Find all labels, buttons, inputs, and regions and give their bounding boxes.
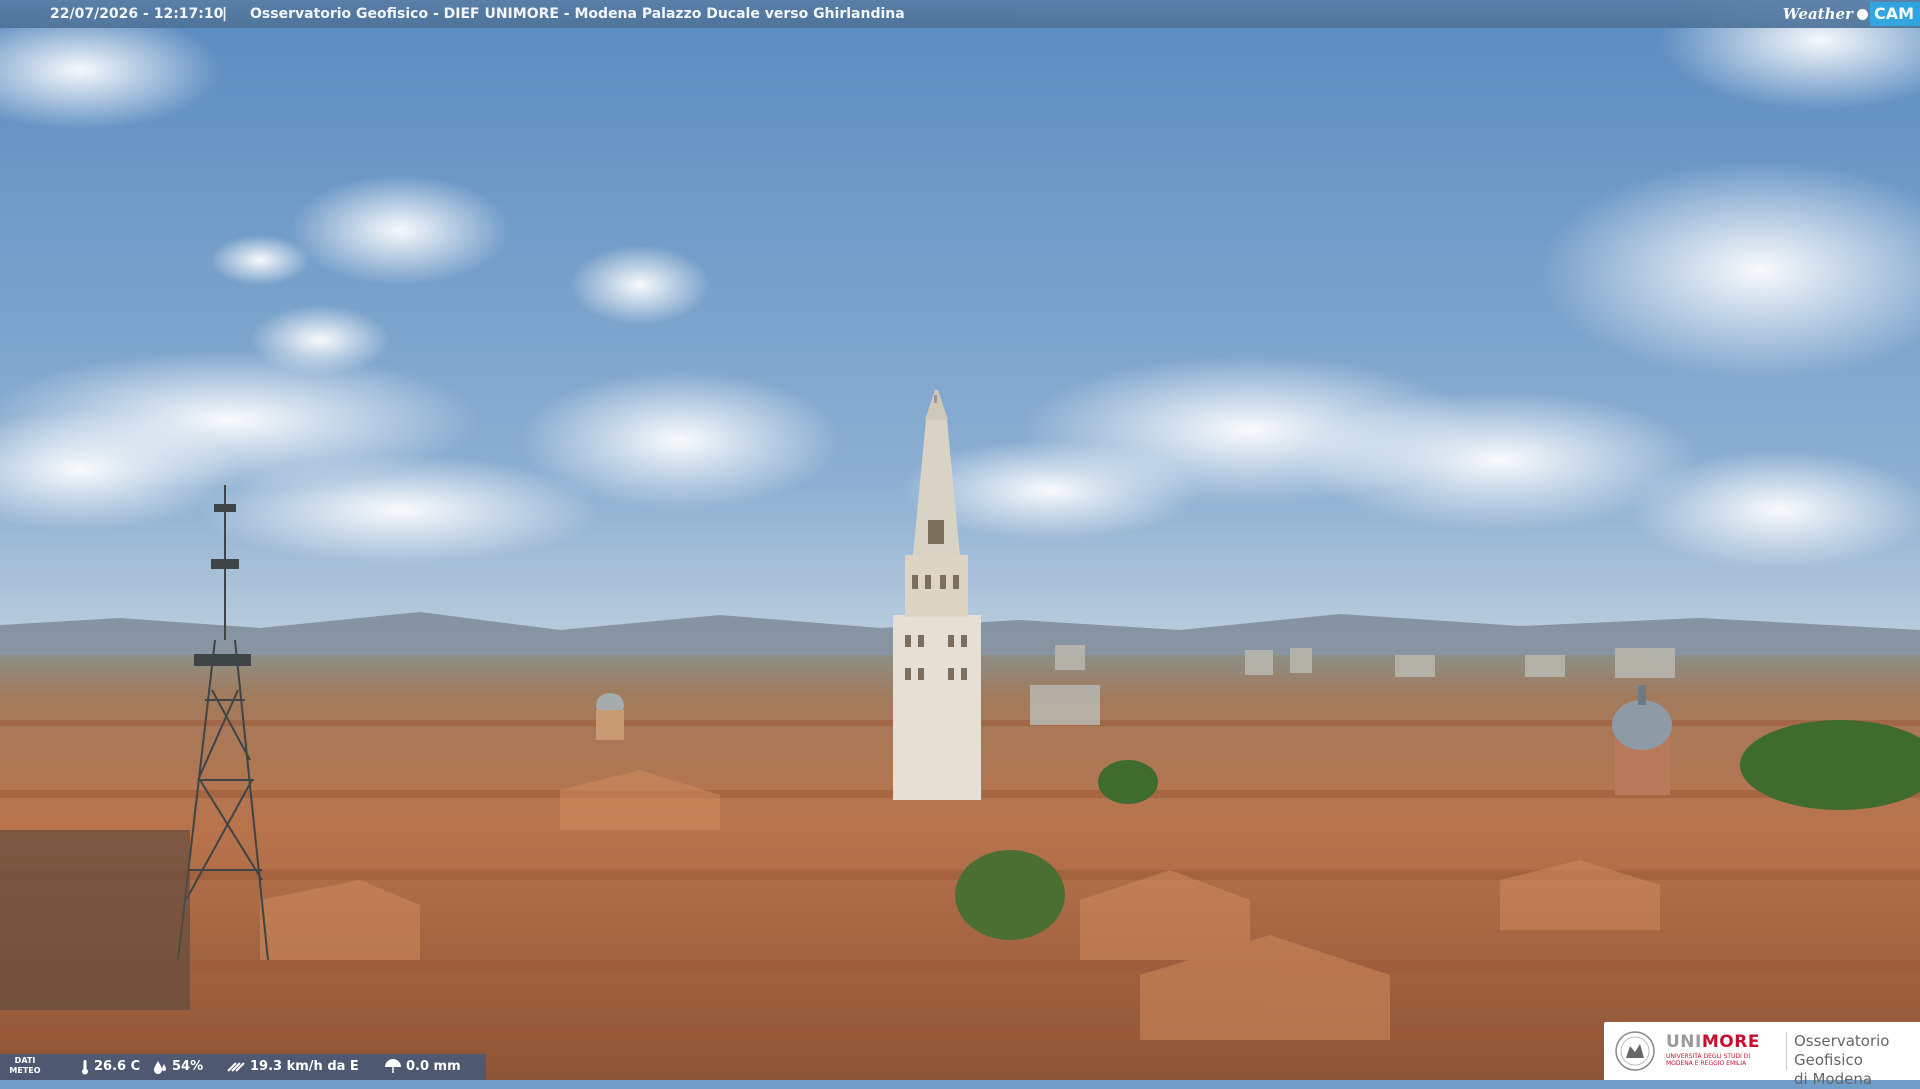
unimore-brand: UNIMORE <box>1666 1032 1760 1052</box>
meteo-label: DATI METEO <box>8 1056 42 1076</box>
logo-dot-icon <box>1856 8 1868 20</box>
humidity-drops-icon <box>154 1061 166 1074</box>
separator: | <box>222 6 228 22</box>
camera-title: Osservatorio Geofisico - DIEF UNIMORE - … <box>250 6 905 22</box>
observatory-name: Osservatorio Geofisico di Modena <box>1794 1032 1920 1089</box>
umbrella-icon <box>385 1059 401 1073</box>
temperature-value: 26.6 C <box>94 1059 141 1074</box>
wind-icon <box>227 1062 245 1072</box>
brand-uni: UNI <box>1666 1032 1702 1052</box>
logo-divider <box>1786 1032 1787 1070</box>
wind-value: 19.3 km/h da E <box>250 1059 359 1074</box>
brand-more: MORE <box>1701 1032 1760 1052</box>
rain-value: 0.0 mm <box>406 1059 461 1074</box>
unimore-logo: UNIMORE UNIVERSITÀ DEGLI STUDI DI MODENA… <box>1604 1022 1920 1088</box>
logo-weather-text: Weather <box>1782 5 1853 23</box>
small-dome <box>596 693 624 740</box>
weather-data-bar: DATI METEO 26.6 C 54% 19.3 km/h da E 0.0… <box>0 1054 486 1080</box>
webcam-image <box>0 0 1920 1080</box>
foreground-roofs <box>0 830 190 1010</box>
university-name: UNIVERSITÀ DEGLI STUDI DI MODENA E REGGI… <box>1666 1053 1751 1067</box>
humidity-value: 54% <box>172 1059 204 1074</box>
observatory-line1: Osservatorio Geofisico <box>1794 1032 1890 1069</box>
top-info-bar: 22/07/2026 - 12:17:10 | Osservatorio Geo… <box>0 0 1920 28</box>
temperature-reading: 26.6 C <box>80 1054 140 1080</box>
weathercam-logo: Weather CAM <box>1783 0 1920 28</box>
wind-reading: 19.3 km/h da E <box>226 1054 359 1080</box>
thermometer-icon <box>82 1060 88 1075</box>
meteo-label-line1: DATI <box>14 1056 36 1065</box>
datetime-stamp: 22/07/2026 - 12:17:10 <box>50 6 224 22</box>
university-seal-icon <box>1615 1031 1655 1071</box>
meteo-label-line2: METEO <box>9 1066 41 1075</box>
humidity-reading: 54% <box>152 1054 203 1080</box>
logo-cam-text: CAM <box>1869 2 1920 26</box>
rain-reading: 0.0 mm <box>384 1054 461 1080</box>
